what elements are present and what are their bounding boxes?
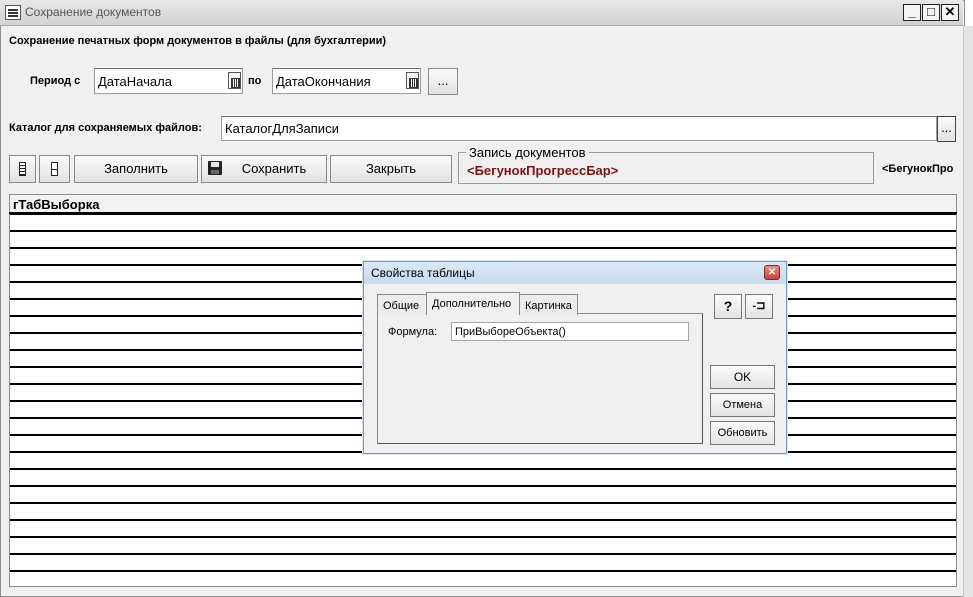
help-button[interactable]: ? bbox=[714, 294, 742, 319]
formula-label: Формула: bbox=[388, 326, 438, 338]
progress-group-title: Запись документов bbox=[466, 145, 589, 160]
calendar-icon[interactable] bbox=[228, 72, 241, 89]
tab-additional[interactable]: Дополнительно bbox=[426, 292, 520, 314]
tab-picture[interactable]: Картинка bbox=[519, 294, 578, 315]
uncheck-all-icon bbox=[51, 162, 58, 176]
pin-button[interactable]: -⊐ bbox=[745, 294, 773, 319]
dialog-title: Свойства таблицы bbox=[371, 266, 475, 280]
check-all-button[interactable] bbox=[9, 155, 36, 183]
period-select-button[interactable]: ... bbox=[428, 68, 458, 95]
vertical-scrollbar[interactable] bbox=[963, 26, 973, 597]
period-from-label: Период с bbox=[30, 75, 81, 87]
catalog-label: Каталог для сохраняемых файлов: bbox=[9, 122, 202, 134]
table-header bbox=[9, 194, 957, 213]
help-icon: ? bbox=[723, 298, 733, 314]
save-disk-icon bbox=[208, 161, 222, 175]
table-row[interactable] bbox=[9, 212, 957, 214]
catalog-select-button[interactable]: ... bbox=[937, 116, 956, 142]
save-button-label: Сохранить bbox=[241, 161, 307, 176]
fill-button[interactable]: Заполнить bbox=[74, 155, 198, 183]
formula-field[interactable]: ПриВыбореОбъекта() bbox=[451, 322, 689, 341]
maximize-button[interactable]: □ bbox=[922, 4, 940, 21]
window-title: Сохранение документов bbox=[25, 5, 162, 19]
progress-side-text: <БегунокПро bbox=[882, 163, 954, 175]
tab-general[interactable]: Общие bbox=[377, 294, 427, 315]
minimize-button[interactable]: _ bbox=[903, 4, 921, 21]
check-all-icon bbox=[19, 162, 26, 176]
close-form-button[interactable]: Закрыть bbox=[330, 155, 452, 183]
pin-icon: -⊐ bbox=[752, 300, 766, 312]
close-icon[interactable]: ✕ bbox=[764, 265, 780, 280]
catalog-field[interactable]: КаталогДляЗаписи bbox=[221, 116, 937, 141]
form-heading: Сохранение печатных форм документов в фа… bbox=[9, 35, 387, 47]
uncheck-all-button[interactable] bbox=[39, 155, 70, 183]
ok-button[interactable]: OK bbox=[710, 365, 775, 389]
progress-bar-text: <БегунокПрогрессБар> bbox=[467, 163, 619, 178]
period-to-field[interactable]: ДатаОкончания bbox=[272, 68, 421, 94]
cancel-button[interactable]: Отмена bbox=[710, 393, 775, 417]
table-column-header[interactable]: гТабВыборка bbox=[13, 197, 99, 212]
period-from-field[interactable]: ДатаНачала bbox=[94, 68, 243, 94]
refresh-button[interactable]: Обновить bbox=[710, 421, 775, 445]
period-to-label: по bbox=[248, 75, 262, 87]
calendar-icon[interactable] bbox=[406, 72, 419, 89]
window-form-icon bbox=[5, 5, 21, 20]
close-button[interactable]: ✕ bbox=[941, 4, 959, 21]
